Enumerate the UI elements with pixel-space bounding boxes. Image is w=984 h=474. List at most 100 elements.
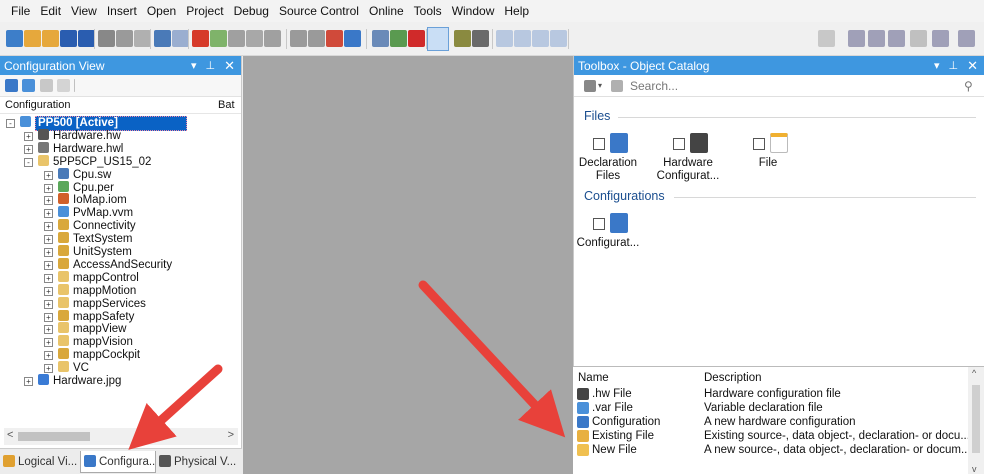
scroll-thumb[interactable] <box>18 432 90 441</box>
column-name[interactable]: Name <box>578 371 690 385</box>
expand-icon[interactable]: + <box>24 377 33 386</box>
expand-icon[interactable]: + <box>44 235 53 245</box>
menu-help[interactable]: Help <box>499 0 534 22</box>
tree-item[interactable]: + Cpu.sw <box>44 167 111 181</box>
details-row[interactable]: Configuration A new hardware configuratio… <box>573 415 968 429</box>
find-icon[interactable] <box>848 30 865 47</box>
tree-item[interactable]: - 5PP5CP_US15_02 <box>24 154 151 168</box>
horizontal-scrollbar[interactable]: < > <box>4 428 238 445</box>
scroll-left-icon[interactable]: < <box>7 429 13 441</box>
add-object-icon[interactable] <box>5 79 18 92</box>
details-row[interactable]: .var File Variable declaration file <box>573 401 968 415</box>
tree-item[interactable]: + Hardware.hw <box>24 128 121 142</box>
debug-icon[interactable] <box>454 30 471 47</box>
tab-configuration-view[interactable]: Configura... <box>80 451 156 473</box>
vertical-scrollbar[interactable]: ^ v <box>968 367 984 474</box>
item-checkbox[interactable] <box>593 138 605 150</box>
menu-file[interactable]: File <box>6 0 35 22</box>
tree-item[interactable]: + Hardware.hwl <box>24 141 123 155</box>
properties-tb-icon[interactable] <box>264 30 281 47</box>
menu-view[interactable]: View <box>66 0 102 22</box>
scroll-down-icon[interactable]: v <box>972 464 977 474</box>
expand-icon[interactable]: + <box>44 351 53 361</box>
tree-item[interactable]: + mappVision <box>44 335 133 348</box>
catalog-item[interactable]: Hardware Configurat... <box>657 131 719 182</box>
section-files[interactable]: Files <box>584 109 610 123</box>
search-icon[interactable]: ⚲ <box>964 75 973 97</box>
properties-icon[interactable] <box>22 79 35 92</box>
section-configurations[interactable]: Configurations <box>584 189 665 203</box>
expand-icon[interactable]: + <box>44 325 53 335</box>
new-project-icon[interactable] <box>6 30 23 47</box>
cut-icon[interactable] <box>98 30 115 47</box>
expand-icon[interactable]: + <box>44 196 53 206</box>
compare-icon[interactable] <box>246 30 263 47</box>
find3-icon[interactable] <box>888 30 905 47</box>
pin-icon[interactable]: ⊥ <box>949 59 959 72</box>
window2-icon[interactable] <box>514 30 531 47</box>
search-input[interactable]: Search... <box>630 75 678 97</box>
tree-item[interactable]: + TextSystem <box>44 232 132 245</box>
menu-online[interactable]: Online <box>364 0 409 22</box>
expand-icon[interactable]: + <box>44 364 53 374</box>
expand-icon[interactable]: + <box>44 286 53 296</box>
view-icon[interactable] <box>40 79 53 92</box>
close-icon[interactable]: ✕ <box>967 58 978 74</box>
tree-item[interactable]: - PP500 [Active] <box>6 116 187 131</box>
menu-open[interactable]: Open <box>142 0 181 22</box>
clean-icon[interactable] <box>326 30 343 47</box>
rebuild-icon[interactable] <box>308 30 325 47</box>
collapse-icon[interactable]: - <box>24 157 33 167</box>
expand-icon[interactable]: + <box>44 183 53 193</box>
tree-item[interactable]: + Cpu.per <box>44 180 114 194</box>
item-checkbox[interactable] <box>673 138 685 150</box>
tree-item[interactable]: + VC <box>44 361 89 374</box>
open-folder-icon[interactable] <box>42 30 59 47</box>
scroll-right-icon[interactable]: > <box>228 429 234 441</box>
menu-edit[interactable]: Edit <box>35 0 66 22</box>
build-icon[interactable] <box>290 30 307 47</box>
expand-icon[interactable]: + <box>44 222 53 232</box>
find4-icon[interactable] <box>910 30 927 47</box>
window3-icon[interactable] <box>532 30 549 47</box>
tree-item[interactable]: + UnitSystem <box>44 245 132 258</box>
menu-window[interactable]: Window <box>447 0 500 22</box>
transfer-icon[interactable] <box>344 30 361 47</box>
scroll-thumb[interactable] <box>972 385 980 453</box>
tree-item[interactable]: + AccessAndSecurity <box>44 257 172 271</box>
tree-item[interactable]: + Hardware.jpg <box>24 374 121 387</box>
expand-icon[interactable]: + <box>44 260 53 270</box>
filter-icon[interactable] <box>584 80 596 92</box>
catalog-item[interactable]: Declaration Files <box>579 131 637 182</box>
tree-item[interactable]: + mappMotion <box>44 283 136 297</box>
column-configuration[interactable]: Configuration <box>5 97 70 114</box>
paste-icon[interactable] <box>134 30 151 47</box>
clear-filter-icon[interactable] <box>611 80 623 92</box>
find2-icon[interactable] <box>868 30 885 47</box>
open-icon[interactable] <box>24 30 41 47</box>
redo-icon[interactable] <box>172 30 189 47</box>
collapse-icon[interactable]: - <box>6 119 15 128</box>
window-icon[interactable] <box>496 30 513 47</box>
copy-icon[interactable] <box>116 30 133 47</box>
filter-dropdown-icon[interactable]: ▾ <box>598 75 602 97</box>
online-icon[interactable] <box>390 30 407 47</box>
expand-icon[interactable]: + <box>24 131 33 141</box>
details-row[interactable]: New File A new source-, data object-, dec… <box>573 443 968 457</box>
refresh-icon[interactable] <box>210 30 227 47</box>
save-all-icon[interactable] <box>78 30 95 47</box>
power-icon[interactable] <box>408 30 425 47</box>
expand-icon[interactable]: + <box>44 338 53 348</box>
check-icon[interactable] <box>228 30 245 47</box>
details-row[interactable]: .hw File Hardware configuration file <box>573 387 968 401</box>
expand-icon[interactable]: + <box>44 312 53 322</box>
expand-icon[interactable]: + <box>44 209 53 219</box>
tree-item[interactable]: + mappControl <box>44 270 139 284</box>
tab-physical-view[interactable]: Physical V... <box>156 451 238 473</box>
expand-icon[interactable]: + <box>44 299 53 309</box>
column-description[interactable]: Description <box>704 371 968 385</box>
expand-icon[interactable]: + <box>44 273 53 283</box>
active-toggle-button[interactable] <box>427 27 449 51</box>
details-icon[interactable] <box>57 79 70 92</box>
monitor-icon[interactable] <box>372 30 389 47</box>
